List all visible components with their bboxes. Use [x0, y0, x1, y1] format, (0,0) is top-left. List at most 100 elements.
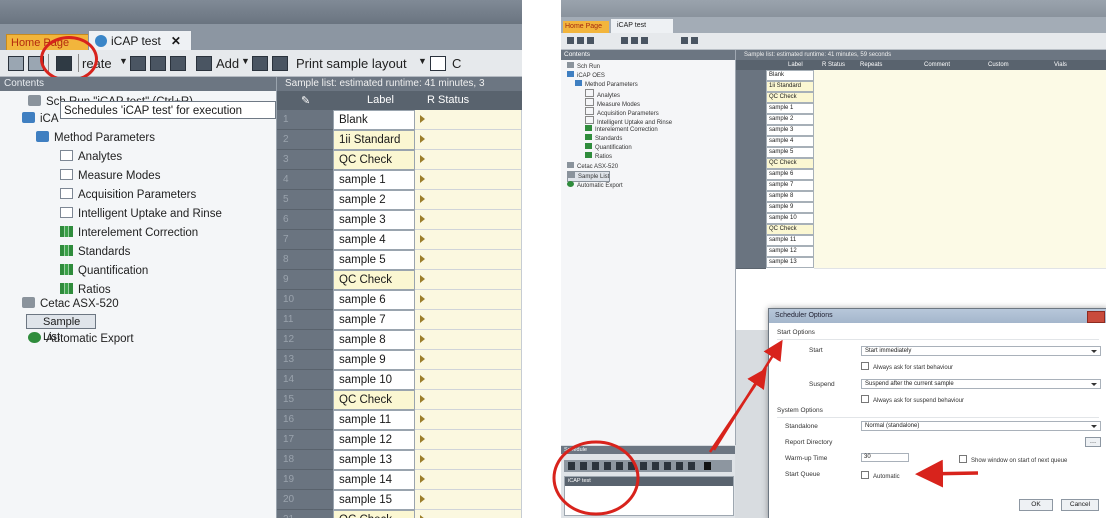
- tree-item-standards[interactable]: Standards: [60, 243, 130, 261]
- tree-item-interelement-correction[interactable]: Interelement Correction: [60, 224, 198, 242]
- sample-label-cell[interactable]: sample 3: [766, 125, 814, 136]
- toolbar-button-c[interactable]: C: [452, 56, 461, 71]
- sample-label-cell[interactable]: sample 5: [766, 147, 814, 158]
- sample-label-cell[interactable]: QC Check: [766, 92, 814, 103]
- browse-button[interactable]: …: [1085, 437, 1101, 447]
- sample-label-cell[interactable]: sample 1: [766, 103, 814, 114]
- tree-item[interactable]: Acquisition Parameters: [585, 107, 659, 117]
- col-status[interactable]: R Status: [427, 94, 469, 106]
- toolbar-icon[interactable]: [641, 37, 648, 44]
- col-vials[interactable]: Vials: [1054, 62, 1067, 68]
- table-row[interactable]: sample 7: [736, 180, 1106, 192]
- toolbar-icon[interactable]: [628, 462, 635, 470]
- schedule-row[interactable]: iCAP test: [565, 477, 733, 486]
- toolbar-icon[interactable]: [621, 37, 628, 44]
- tree-item-sample-list[interactable]: Sample List: [26, 314, 96, 343]
- table-row[interactable]: 11 sample 7: [277, 310, 522, 330]
- toolbar-icon[interactable]: [688, 462, 695, 470]
- status-cell[interactable]: [415, 230, 522, 250]
- sample-label-cell[interactable]: sample 2: [333, 190, 415, 210]
- table-row[interactable]: 2 1ii Standard: [277, 130, 522, 150]
- suspend-select[interactable]: Suspend after the current sample: [861, 379, 1101, 389]
- table-row[interactable]: Blank: [736, 70, 1106, 82]
- status-cell[interactable]: [415, 130, 522, 150]
- sample-label-cell[interactable]: sample 10: [766, 213, 814, 224]
- status-cell[interactable]: [415, 110, 522, 130]
- toolbar-icon[interactable]: [592, 462, 599, 470]
- tree-item[interactable]: Analytes: [585, 89, 620, 99]
- toolbar-icon[interactable]: [691, 37, 698, 44]
- toolbar-icon[interactable]: [616, 462, 623, 470]
- sample-label-cell[interactable]: sample 2: [766, 114, 814, 125]
- col-repeats[interactable]: Repeats: [860, 62, 882, 68]
- grid-icon[interactable]: [272, 56, 288, 71]
- tree-item[interactable]: Standards: [585, 134, 622, 143]
- status-cell[interactable]: [415, 490, 522, 510]
- sample-label-cell[interactable]: sample 7: [333, 310, 415, 330]
- toolbar-icon[interactable]: [568, 462, 575, 470]
- sample-label-cell[interactable]: sample 6: [333, 290, 415, 310]
- toolbar-icon[interactable]: [676, 462, 683, 470]
- table-row[interactable]: 4 sample 1: [277, 170, 522, 190]
- toolbar-icon[interactable]: [681, 37, 688, 44]
- tree-item[interactable]: iCAP OES: [567, 71, 605, 80]
- status-cell[interactable]: [415, 350, 522, 370]
- sample-label-cell[interactable]: sample 4: [333, 230, 415, 250]
- sample-label-cell[interactable]: sample 12: [766, 246, 814, 257]
- col-label[interactable]: Label: [788, 62, 803, 68]
- dropdown-arrow-icon[interactable]: ▼: [119, 56, 128, 66]
- sample-label-cell[interactable]: sample 9: [333, 350, 415, 370]
- scheduler-options-icon[interactable]: [704, 462, 711, 470]
- status-cell[interactable]: [415, 190, 522, 210]
- grid-icon[interactable]: [252, 56, 268, 71]
- sample-label-cell[interactable]: sample 9: [766, 202, 814, 213]
- sample-label-cell[interactable]: sample 8: [333, 330, 415, 350]
- tree-item[interactable]: Quantification: [585, 143, 632, 152]
- tab-home-page[interactable]: Home Page: [563, 21, 609, 33]
- automatic-checkbox[interactable]: Automatic: [861, 471, 900, 480]
- sample-label-cell[interactable]: sample 7: [766, 180, 814, 191]
- table-row[interactable]: 3 QC Check: [277, 150, 522, 170]
- sample-label-cell[interactable]: sample 3: [333, 210, 415, 230]
- toolbar-icon[interactable]: [631, 37, 638, 44]
- status-cell[interactable]: [415, 410, 522, 430]
- status-cell[interactable]: [415, 290, 522, 310]
- tree-item-automatic-export[interactable]: Automatic Export: [28, 330, 134, 348]
- tab-icap-test[interactable]: iCAP test: [611, 19, 673, 33]
- toolbar-icon[interactable]: [587, 37, 594, 44]
- tree-item-quantification[interactable]: Quantification: [60, 262, 148, 280]
- table-row[interactable]: 16 sample 11: [277, 410, 522, 430]
- grid-icon[interactable]: [430, 56, 446, 71]
- table-row[interactable]: 21QC Check: [277, 510, 522, 518]
- sample-label-cell[interactable]: sample 15: [333, 490, 415, 510]
- table-row[interactable]: 14 sample 10: [277, 370, 522, 390]
- table-row[interactable]: sample 10: [736, 213, 1106, 225]
- status-cell[interactable]: [415, 450, 522, 470]
- table-row[interactable]: QC Check: [736, 224, 1106, 236]
- dropdown-arrow-icon[interactable]: ▼: [241, 56, 250, 66]
- sample-label-cell[interactable]: sample 13: [333, 450, 415, 470]
- table-row[interactable]: QC Check: [736, 158, 1106, 170]
- tree-item-cetac-asx[interactable]: Cetac ASX-520: [22, 295, 119, 313]
- status-cell[interactable]: [415, 390, 522, 410]
- status-cell[interactable]: [415, 310, 522, 330]
- sample-label-cell[interactable]: QC Check: [766, 224, 814, 235]
- tree-item[interactable]: Cetac ASX-520: [567, 162, 618, 171]
- status-cell[interactable]: [415, 470, 522, 490]
- status-cell[interactable]: [415, 430, 522, 450]
- table-row[interactable]: sample 11: [736, 235, 1106, 247]
- table-row[interactable]: QC Check: [736, 92, 1106, 104]
- tree-item[interactable]: Measure Modes: [585, 98, 640, 108]
- tree-item[interactable]: Ratios: [585, 152, 612, 161]
- sample-label-cell[interactable]: sample 1: [333, 170, 415, 190]
- sample-label-cell[interactable]: sample 11: [333, 410, 415, 430]
- tree-item-icap[interactable]: iCA: [22, 110, 59, 128]
- table-row[interactable]: sample 1: [736, 103, 1106, 115]
- sample-label-cell[interactable]: sample 4: [766, 136, 814, 147]
- tree-item-analytes[interactable]: Analytes: [60, 148, 122, 166]
- toolbar-icon[interactable]: [652, 462, 659, 470]
- table-row[interactable]: 19 sample 14: [277, 470, 522, 490]
- show-window-checkbox[interactable]: Show window on start of next queue: [959, 455, 1067, 464]
- status-cell[interactable]: [415, 370, 522, 390]
- tab-icap-test[interactable]: iCAP test ✕: [88, 30, 192, 51]
